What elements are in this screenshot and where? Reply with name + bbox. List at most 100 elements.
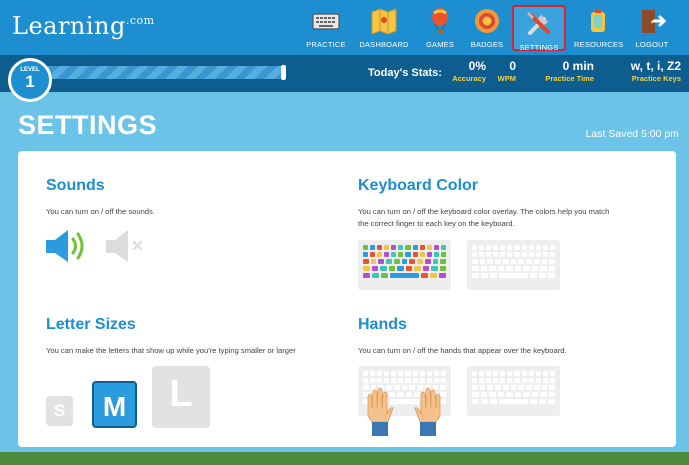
site-logo[interactable]: Learning.com (12, 12, 155, 40)
keyboard-key (497, 392, 504, 397)
keyboard-key (521, 252, 527, 257)
nav-resources-label: RESOURCES (574, 40, 624, 49)
keyboard-row (472, 273, 555, 278)
keyboard-key (472, 273, 480, 278)
keyboard-key (549, 245, 555, 250)
keyboard-key (514, 378, 520, 383)
keyboard-key (370, 245, 376, 250)
map-icon (369, 6, 399, 36)
letter-size-medium-option[interactable]: M (92, 381, 137, 428)
keyboard-key (414, 266, 421, 271)
sounds-title: Sounds (46, 177, 105, 194)
nav-dashboard[interactable]: DASHBOARD (358, 4, 410, 52)
keyboard-key (540, 266, 547, 271)
keyboard-key (535, 252, 541, 257)
nav-resources[interactable]: RESOURCES (574, 4, 624, 52)
keyboard-key (514, 245, 520, 250)
keyboard-key (412, 252, 418, 257)
keyboard-key (440, 259, 447, 264)
keyboard-key (431, 266, 438, 271)
keyboard-key (531, 266, 538, 271)
keyboard-key (391, 245, 397, 250)
keyboard-key (486, 378, 492, 383)
keyboard-key (507, 371, 513, 376)
keyboard-row (472, 399, 555, 404)
letter-size-large-option[interactable]: L (152, 366, 210, 428)
keyboard-key (371, 266, 378, 271)
keyboard-key (487, 385, 494, 390)
keyboard-key (432, 259, 439, 264)
hands-off-option[interactable] (467, 366, 560, 416)
keyboard-key (535, 245, 541, 250)
hands-on-option[interactable] (358, 366, 451, 436)
keyboard-key (424, 259, 431, 264)
hands-title: Hands (358, 316, 407, 333)
sound-off-button[interactable] (106, 229, 146, 263)
keyboard-key (526, 385, 532, 390)
nav-settings[interactable]: SETTINGS (512, 5, 566, 52)
keyboard-key (472, 259, 478, 264)
progress-cap (281, 65, 286, 80)
letter-size-small-option[interactable]: S (46, 396, 73, 426)
keyboard-key (409, 259, 416, 264)
keyboard-key (405, 245, 411, 250)
keyboard-key (486, 371, 492, 376)
keyboard-key (495, 385, 501, 390)
keyboard-key (363, 252, 369, 257)
level-number: 1 (25, 72, 35, 91)
keyboard-icon (311, 6, 341, 36)
keyboard-key (378, 259, 385, 264)
keyboard-key (526, 259, 532, 264)
hands-description: You can turn on / off the hands that app… (358, 346, 567, 355)
keyboard-key (514, 392, 521, 397)
hands-icon (367, 387, 441, 436)
stat-accuracy-value: 0% (468, 59, 486, 73)
letter-sizes-title: Letter Sizes (46, 316, 136, 333)
keyboard-key (420, 273, 428, 278)
keyboard-key (377, 252, 383, 257)
keyboard-key (419, 245, 425, 250)
level-stats-bar: LEVEL 1 Today's Stats: 0% Accuracy 0 WPM… (0, 55, 689, 102)
balloon-icon (425, 6, 455, 36)
level-progress-fill (46, 66, 284, 79)
nav-badges[interactable]: BADGES (468, 4, 506, 52)
keyboard-key (472, 399, 480, 404)
keyboard-color-off-option[interactable] (467, 240, 560, 290)
stat-practice-time-value: 0 min (562, 59, 594, 73)
stat-practice-keys: w, t, i, Z2 Practice Keys (600, 59, 681, 83)
keyboard-key (438, 273, 446, 278)
keyboard-key (507, 245, 513, 250)
keyboard-key (549, 259, 556, 264)
keyboard-row (472, 252, 555, 257)
nav-logout-label: LOGOUT (635, 40, 669, 49)
keyboard-key (542, 245, 548, 250)
keyboard-key (363, 245, 369, 250)
sound-on-button[interactable] (46, 229, 91, 263)
page-title: SETTINGS (18, 110, 158, 140)
stat-practice-keys-label: Practice Keys (631, 74, 681, 83)
stat-accuracy: 0% Accuracy (450, 59, 486, 83)
keyboard-color-on-option[interactable] (358, 240, 451, 290)
stat-practice-keys-value: w, t, i, Z2 (630, 59, 681, 73)
keyboard-key (479, 385, 486, 390)
nav-practice[interactable]: PRACTICE (305, 4, 347, 52)
keyboard-key (548, 266, 555, 271)
keyboard-row (363, 259, 447, 264)
logo-text: Learning (12, 12, 126, 40)
keyboard-key (440, 245, 446, 250)
sounds-description: You can turn on / off the sounds. (46, 207, 155, 216)
keyboard-key (372, 273, 380, 278)
nav-games[interactable]: GAMES (422, 4, 458, 52)
keyboard-key (479, 259, 486, 264)
nav-logout[interactable]: LOGOUT (630, 4, 674, 52)
keyboard-key (380, 266, 387, 271)
keyboard-key (472, 245, 478, 250)
keyboard-key (493, 371, 499, 376)
keyboard-key (490, 273, 498, 278)
keyboard-color-title: Keyboard Color (358, 177, 479, 194)
keyboard-key (472, 392, 479, 397)
speaker-on-icon (46, 230, 84, 262)
keyboard-key (493, 245, 499, 250)
keyboard-key (514, 252, 520, 257)
keyboard-row (472, 266, 555, 271)
